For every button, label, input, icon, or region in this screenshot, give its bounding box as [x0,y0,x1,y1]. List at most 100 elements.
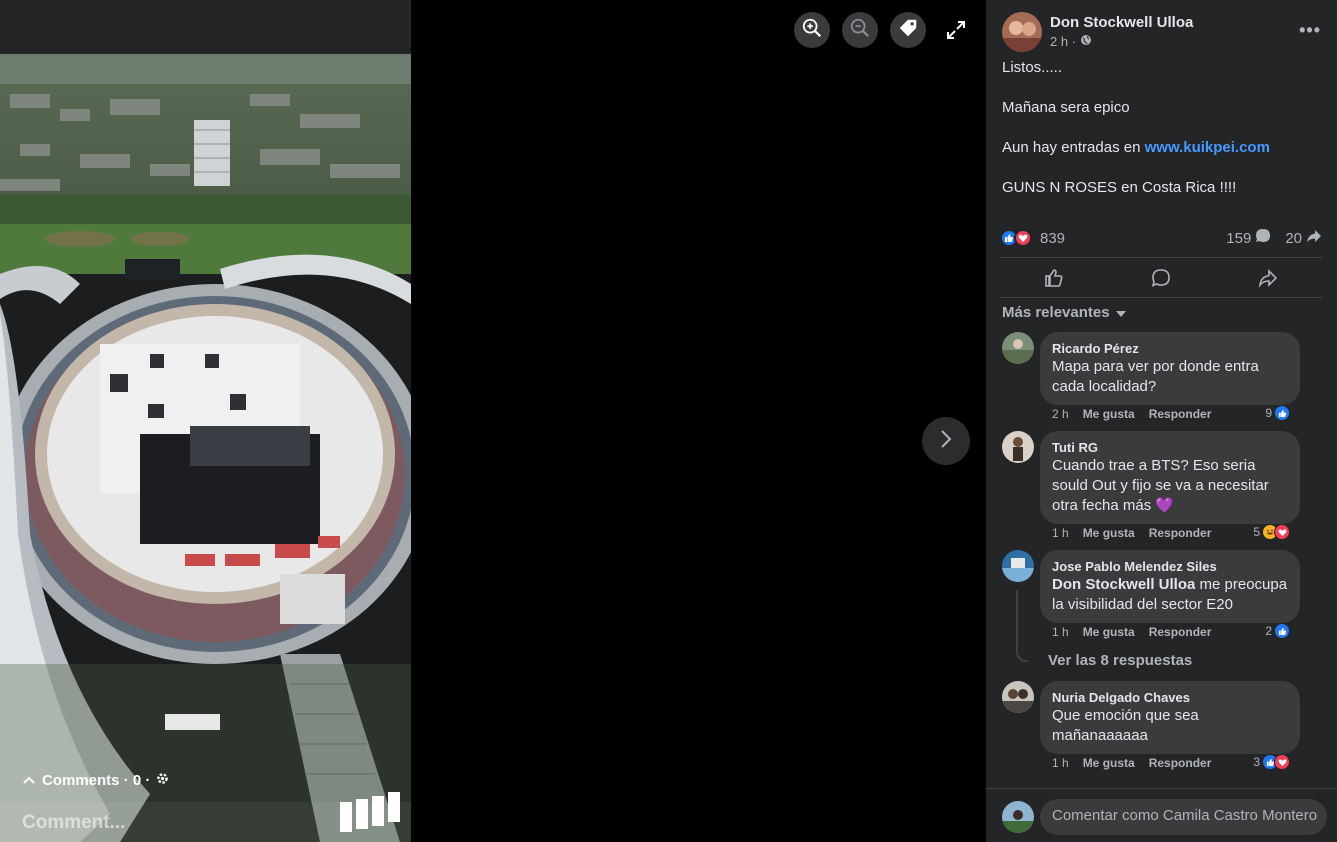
comment-reactions[interactable]: 3 [1253,754,1290,770]
thumbs-up-icon [1044,269,1063,287]
zoom-in-button[interactable] [794,12,830,48]
globe-icon [1080,34,1092,49]
comment-bubble: Jose Pablo Melendez Siles Don Stockwell … [1040,550,1300,623]
love-reaction-icon [1274,524,1290,540]
post-text: Listos..... Mañana sera epico Aun hay en… [1002,58,1322,218]
reaction-count[interactable]: 839 [1000,229,1065,247]
share-icon [1259,269,1278,288]
comment-like-button[interactable]: Me gusta [1083,625,1135,639]
post-link[interactable]: www.kuikpei.com [1145,139,1270,156]
comment-reply-button[interactable]: Responder [1149,407,1212,421]
divider-top [1000,257,1322,258]
post-line-2: Mañana sera epico [1002,99,1130,116]
post-line-4: GUNS N ROSES en Costa Rica !!!! [1002,179,1237,196]
like-button[interactable] [1024,268,1084,288]
commenter-avatar[interactable] [1002,681,1034,713]
comment-sort-dropdown[interactable]: Más relevantes [1002,304,1126,321]
zoom-out-icon [849,17,871,44]
commenter-name[interactable]: Jose Pablo Melendez Siles [1052,558,1288,575]
love-reaction-icon [1014,229,1032,247]
commenter-avatar[interactable] [1002,332,1034,364]
comment-text: Mapa para ver por donde entra cada local… [1052,358,1259,395]
tag-icon [897,17,919,44]
comment-item: Tuti RG Cuando trae a BTS? Eso seria sou… [1002,431,1322,541]
comment-time[interactable]: 1 h [1052,526,1069,540]
comment-reply-button[interactable]: Responder [1149,526,1212,540]
zoom-out-button[interactable] [842,12,878,48]
next-photo-button[interactable] [922,417,970,465]
post-line-3: Aun hay entradas en www.kuikpei.com [1002,139,1270,156]
comment-actions: 1 h Me gusta Responder [1052,756,1211,770]
commenter-avatar[interactable] [1002,431,1034,463]
more-options-icon[interactable]: ••• [1299,20,1321,41]
comment-like-button[interactable]: Me gusta [1083,756,1135,770]
photo-comments-toggle[interactable]: Comments · 0 · [22,772,169,789]
share-button[interactable] [1238,268,1298,288]
comment-bubble: Tuti RG Cuando trae a BTS? Eso seria sou… [1040,431,1300,524]
view-replies-link[interactable]: Ver las 8 respuestas [1048,652,1192,669]
photo-comments-label: Comments · 0 · [42,772,151,789]
post-meta: 2 h · [1050,34,1193,49]
commenter-name[interactable]: Ricardo Pérez [1052,340,1288,357]
comment-text: Que emoción que sea mañanaaaaaa [1052,707,1199,744]
post-header: Don Stockwell Ulloa 2 h · [1002,12,1193,52]
comment-reactions[interactable]: 5 [1253,524,1290,540]
media-viewer: Comments · 0 · Comment... [0,0,986,842]
share-count[interactable]: 20 [1285,228,1322,248]
comment-count[interactable]: 159 [1226,228,1271,248]
caret-down-icon [1115,304,1126,321]
comment-bubble: Nuria Delgado Chaves Que emoción que sea… [1040,681,1300,754]
comment-like-button[interactable]: Me gusta [1083,407,1135,421]
comment-actions: 1 h Me gusta Responder [1052,625,1211,639]
chevron-up-icon [22,772,36,789]
like-reaction-icon [1274,405,1290,421]
zoom-in-icon [801,17,823,44]
comment-reply-button[interactable]: Responder [1149,625,1212,639]
comment-item: Ricardo Pérez Mapa para ver por donde en… [1002,332,1322,422]
comment-item: Jose Pablo Melendez Siles Don Stockwell … [1002,550,1322,640]
comment-reply-button[interactable]: Responder [1149,756,1212,770]
author-name[interactable]: Don Stockwell Ulloa [1050,14,1193,31]
comment-text: Don Stockwell Ulloa me preocupa la visib… [1052,576,1288,613]
comment-time[interactable]: 2 h [1052,407,1069,421]
commenter-name[interactable]: Tuti RG [1052,439,1288,456]
reaction-count-value: 839 [1040,229,1066,247]
chevron-right-icon [936,427,956,456]
comment-mention[interactable]: Don Stockwell Ulloa [1052,576,1195,593]
comment-item: Nuria Delgado Chaves Que emoción que sea… [1002,681,1322,773]
commenter-avatar[interactable] [1002,550,1034,582]
reactions-summary: 839 159 20 [1000,228,1322,248]
comment-actions: 2 h Me gusta Responder [1052,407,1211,421]
expand-button[interactable] [944,18,968,42]
comment-bubble: Ricardo Pérez Mapa para ver por donde en… [1040,332,1300,405]
photo-column: Comments · 0 · Comment... [0,0,411,842]
comment-composer: Comentar como Camila Castro Montero [986,788,1337,842]
post-line-1: Listos..... [1002,59,1063,76]
reply-thread-line [1016,590,1028,662]
photo-top-bar [0,0,411,54]
photo-comment-input[interactable]: Comment... [0,802,411,842]
share-arrow-icon [1306,228,1322,248]
comment-reactions[interactable]: 2 [1265,623,1290,639]
author-avatar[interactable] [1002,12,1042,52]
comment-time[interactable]: 1 h [1052,756,1069,770]
comment-bubble-icon [1255,228,1271,248]
comment-icon [1151,269,1170,287]
comment-reactions[interactable]: 9 [1265,405,1290,421]
settings-icon[interactable] [156,772,169,789]
comment-button[interactable] [1131,268,1191,288]
love-reaction-icon [1274,754,1290,770]
stadium-photo[interactable] [0,54,411,842]
post-panel: Don Stockwell Ulloa 2 h · ••• Listos....… [986,0,1337,842]
comment-actions: 1 h Me gusta Responder [1052,526,1211,540]
expand-icon [944,21,968,46]
current-user-avatar[interactable] [1002,801,1034,833]
comment-time[interactable]: 1 h [1052,625,1069,639]
post-time[interactable]: 2 h · [1050,34,1076,49]
like-reaction-icon [1274,623,1290,639]
comment-like-button[interactable]: Me gusta [1083,526,1135,540]
commenter-name[interactable]: Nuria Delgado Chaves [1052,689,1288,706]
comment-input[interactable]: Comentar como Camila Castro Montero [1040,799,1327,835]
comment-text: Cuando trae a BTS? Eso seria sould Out y… [1052,457,1269,514]
tag-button[interactable] [890,12,926,48]
